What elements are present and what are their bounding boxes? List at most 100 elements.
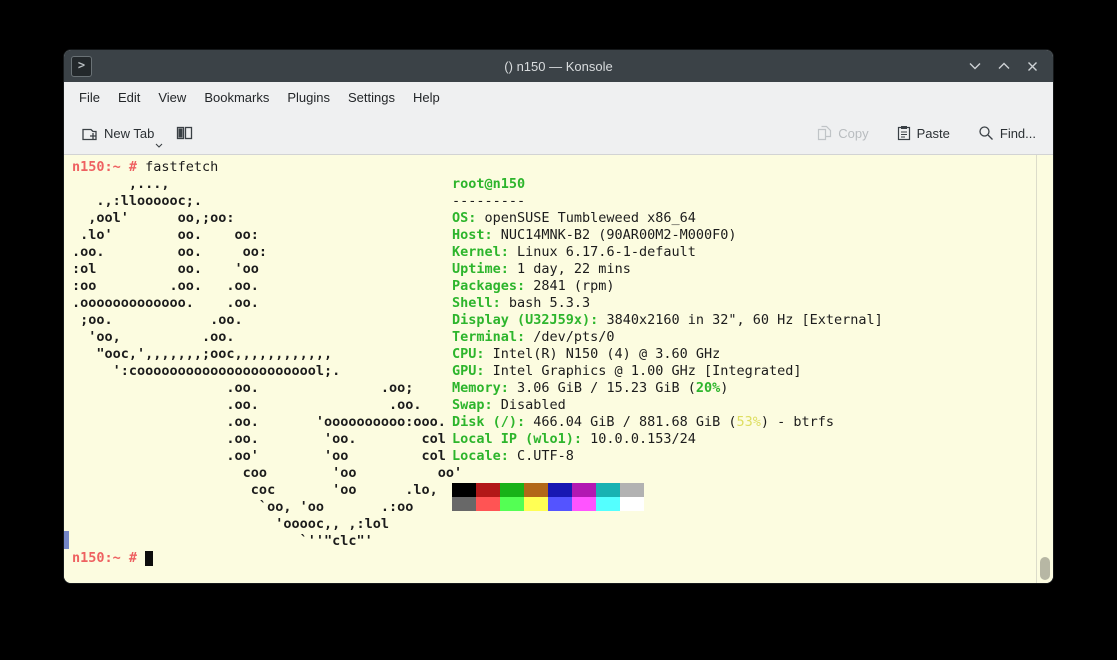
info-segment: ) - btrfs: [761, 414, 834, 430]
info-line-local-ip: Local IP (wlo1): 10.0.0.153/24: [452, 431, 696, 447]
palette-swatch: [524, 483, 548, 497]
palette-swatch: [620, 497, 644, 511]
info-segment: 3.06 GiB / 15.23 GiB (: [509, 380, 696, 396]
info-segment: ): [720, 380, 728, 396]
palette-swatch: [572, 483, 596, 497]
palette-swatch: [476, 497, 500, 511]
color-palette: [452, 483, 644, 511]
palette-swatch: [572, 497, 596, 511]
copy-label: Copy: [838, 126, 868, 141]
info-segment: Intel(R) N150 (4) @ 3.60 GHz: [485, 346, 721, 362]
palette-swatch: [476, 483, 500, 497]
close-button[interactable]: [1026, 60, 1039, 73]
paste-label: Paste: [917, 126, 950, 141]
command-text: fastfetch: [145, 159, 218, 175]
info-segment: Packages:: [452, 278, 525, 294]
find-button[interactable]: Find...: [971, 119, 1043, 147]
info-line-swap: Swap: Disabled: [452, 397, 566, 413]
info-segment: ---------: [452, 193, 525, 209]
info-segment: 1 day, 22 mins: [509, 261, 631, 277]
menu-item-file[interactable]: File: [70, 86, 109, 109]
menu-item-settings[interactable]: Settings: [339, 86, 404, 109]
menu-item-help[interactable]: Help: [404, 86, 449, 109]
palette-swatch: [620, 483, 644, 497]
info-line-kernel: Kernel: Linux 6.17.6-1-default: [452, 244, 696, 260]
chevron-up-icon: [998, 62, 1010, 70]
info-segment: openSUSE Tumbleweed x86_64: [476, 210, 695, 226]
info-line-memory: Memory: 3.06 GiB / 15.23 GiB (20%): [452, 380, 728, 396]
terminal-output: n150:~ # fastfetch ,..., .,:lloooooc;. ,…: [72, 159, 462, 567]
info-segment: Display (U32J59x):: [452, 312, 598, 328]
info-segment: Linux 6.17.6-1-default: [509, 244, 696, 260]
window-controls: [968, 60, 1053, 73]
menubar: FileEditViewBookmarksPluginsSettingsHelp: [64, 82, 1053, 112]
chevron-down-icon: [969, 62, 981, 70]
info-line-packages: Packages: 2841 (rpm): [452, 278, 615, 294]
terminal-area[interactable]: n150:~ # fastfetch ,..., .,:lloooooc;. ,…: [64, 155, 1053, 583]
shell-prompt: n150:~ #: [72, 159, 145, 175]
chevron-down-icon: [155, 143, 163, 148]
new-tab-button[interactable]: New Tab: [74, 119, 161, 148]
palette-row: [452, 483, 644, 497]
window-title: () n150 — Konsole: [64, 59, 1053, 74]
split-view-icon: [176, 125, 193, 141]
toolbar: New Tab Copy: [64, 112, 1053, 155]
palette-swatch: [596, 497, 620, 511]
info-segment: Local IP (wlo1):: [452, 431, 582, 447]
scrollbar-thumb[interactable]: [1040, 557, 1050, 580]
palette-swatch: [548, 497, 572, 511]
split-view-button[interactable]: [169, 119, 200, 147]
info-segment: CPU:: [452, 346, 485, 362]
info-segment: Disabled: [493, 397, 566, 413]
new-tab-label: New Tab: [104, 126, 154, 141]
info-segment: Intel Graphics @ 1.00 GHz [Integrated]: [485, 363, 802, 379]
menu-item-edit[interactable]: Edit: [109, 86, 149, 109]
info-segment: Terminal:: [452, 329, 525, 345]
palette-swatch: [452, 497, 476, 511]
palette-swatch: [500, 483, 524, 497]
info-segment: 20%: [696, 380, 720, 396]
info-line-shell: Shell: bash 5.3.3: [452, 295, 590, 311]
info-segment: 53%: [736, 414, 760, 430]
palette-row: [452, 497, 644, 511]
titlebar[interactable]: > () n150 — Konsole: [64, 50, 1053, 82]
info-line-user-host: root@n150: [452, 176, 525, 192]
info-segment: Locale:: [452, 448, 509, 464]
minimize-button[interactable]: [968, 60, 981, 73]
info-segment: OS:: [452, 210, 476, 226]
info-segment: GPU:: [452, 363, 485, 379]
info-line-display: Display (U32J59x): 3840x2160 in 32", 60 …: [452, 312, 883, 328]
info-line-locale: Locale: C.UTF-8: [452, 448, 574, 464]
menu-item-plugins[interactable]: Plugins: [278, 86, 339, 109]
info-line-os: OS: openSUSE Tumbleweed x86_64: [452, 210, 696, 226]
info-line-cpu: CPU: Intel(R) N150 (4) @ 3.60 GHz: [452, 346, 720, 362]
palette-swatch: [524, 497, 548, 511]
info-segment: 466.04 GiB / 881.68 GiB (: [525, 414, 736, 430]
info-segment: 3840x2160 in 32", 60 Hz [External]: [598, 312, 882, 328]
find-label: Find...: [1000, 126, 1036, 141]
info-segment: Kernel:: [452, 244, 509, 260]
palette-swatch: [500, 497, 524, 511]
info-line-separator: ---------: [452, 193, 525, 209]
info-segment: Memory:: [452, 380, 509, 396]
system-info: root@n150 --------- OS: openSUSE Tumblew…: [452, 176, 883, 465]
scrollbar[interactable]: [1036, 155, 1053, 583]
paste-button[interactable]: Paste: [890, 119, 957, 147]
info-line-host: Host: NUC14MNK-B2 (90AR00M2-M000F0): [452, 227, 736, 243]
palette-swatch: [452, 483, 476, 497]
info-segment: 10.0.0.153/24: [582, 431, 696, 447]
paste-icon: [897, 125, 911, 141]
menu-item-view[interactable]: View: [149, 86, 195, 109]
copy-button[interactable]: Copy: [810, 119, 875, 147]
maximize-button[interactable]: [997, 60, 1010, 73]
text-cursor: [145, 551, 153, 566]
konsole-window: > () n150 — Konsole FileEditViewBookmark…: [64, 50, 1053, 583]
info-segment: Disk (/):: [452, 414, 525, 430]
info-line-terminal: Terminal: /dev/pts/0: [452, 329, 615, 345]
info-segment: 2841 (rpm): [525, 278, 614, 294]
menu-item-bookmarks[interactable]: Bookmarks: [195, 86, 278, 109]
close-icon: [1027, 61, 1038, 72]
opensuse-ascii-logo: ,..., .,:lloooooc;. ,ool' oo,;oo: .lo' o…: [72, 176, 462, 549]
info-line-gpu: GPU: Intel Graphics @ 1.00 GHz [Integrat…: [452, 363, 802, 379]
info-segment: root@n150: [452, 176, 525, 192]
